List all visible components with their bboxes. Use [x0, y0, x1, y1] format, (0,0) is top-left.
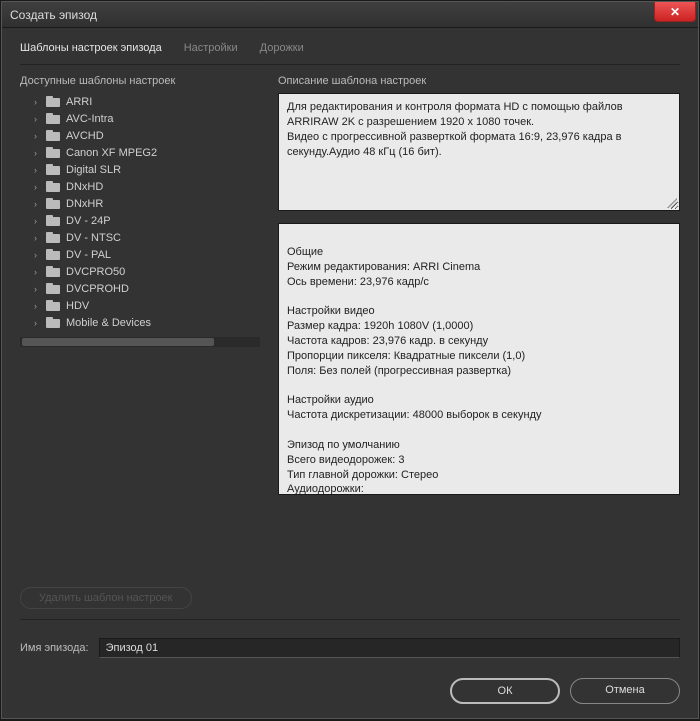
footer: ОК Отмена	[2, 668, 698, 718]
preset-item-label: DVCPROHD	[66, 283, 129, 295]
chevron-right-icon: ›	[34, 318, 44, 328]
chevron-right-icon: ›	[34, 182, 44, 192]
tab-presets[interactable]: Шаблоны настроек эпизода	[20, 42, 162, 58]
preset-item[interactable]: › DVCPROHD	[20, 280, 256, 297]
close-button[interactable]: ✕	[654, 2, 696, 22]
folder-icon	[46, 130, 60, 141]
folder-icon	[46, 198, 60, 209]
divider	[20, 619, 680, 620]
description-textbox[interactable]: Для редактирования и контроля формата HD…	[278, 93, 680, 211]
preset-item-label: DVCPRO50	[66, 266, 125, 278]
description-text: Для редактирования и контроля формата HD…	[287, 101, 623, 158]
preset-item[interactable]: › DV - NTSC	[20, 229, 256, 246]
titlebar: Создать эпизод ✕	[2, 2, 698, 28]
folder-icon	[46, 317, 60, 328]
columns: Доступные шаблоны настроек › ARRI › AVC-Int…	[20, 71, 680, 609]
preset-item[interactable]: › Mobile & Devices	[20, 314, 256, 331]
chevron-right-icon: ›	[34, 165, 44, 175]
horizontal-scrollbar[interactable]	[20, 337, 260, 347]
preset-item-label: Digital SLR	[66, 164, 121, 176]
dialog-window: Создать эпизод ✕ Шаблоны настроек эпизод…	[1, 1, 699, 719]
preset-description-label: Описание шаблона настроек	[278, 75, 680, 87]
preset-item[interactable]: › Canon XF MPEG2	[20, 144, 256, 161]
left-column: Доступные шаблоны настроек › ARRI › AVC-Int…	[20, 71, 260, 609]
ok-button[interactable]: ОК	[450, 678, 560, 704]
preset-item-label: DV - NTSC	[66, 232, 121, 244]
folder-icon	[46, 147, 60, 158]
sequence-name-row: Имя эпизода:	[2, 638, 698, 668]
chevron-right-icon: ›	[34, 267, 44, 277]
preset-item[interactable]: › DVCPRO50	[20, 263, 256, 280]
details-textbox[interactable]: Общие Режим редактирования: ARRI Cinema …	[278, 223, 680, 495]
folder-icon	[46, 96, 60, 107]
chevron-right-icon: ›	[34, 97, 44, 107]
folder-icon	[46, 215, 60, 226]
preset-item-label: HDV	[66, 300, 89, 312]
right-column: Описание шаблона настроек Для редактиров…	[278, 71, 680, 609]
content-area: Шаблоны настроек эпизода Настройки Дорож…	[2, 28, 698, 628]
preset-item-label: ARRI	[66, 96, 92, 108]
close-icon: ✕	[670, 5, 680, 19]
details-text: Общие Режим редактирования: ARRI Cinema …	[287, 246, 541, 495]
preset-item[interactable]: ›RED R3D	[20, 331, 256, 333]
chevron-right-icon: ›	[34, 216, 44, 226]
chevron-right-icon: ›	[34, 148, 44, 158]
chevron-right-icon: ›	[34, 199, 44, 209]
preset-item[interactable]: › AVC-Intra	[20, 110, 256, 127]
folder-icon	[46, 181, 60, 192]
preset-item[interactable]: › Digital SLR	[20, 161, 256, 178]
chevron-right-icon: ›	[34, 301, 44, 311]
folder-icon	[46, 300, 60, 311]
chevron-right-icon: ›	[34, 250, 44, 260]
preset-item-label: Canon XF MPEG2	[66, 147, 157, 159]
preset-item[interactable]: › DV - 24P	[20, 212, 256, 229]
tab-settings[interactable]: Настройки	[184, 42, 238, 58]
preset-item[interactable]: › ARRI	[20, 93, 256, 110]
delete-preset-button: Удалить шаблон настроек	[20, 587, 192, 609]
chevron-right-icon: ›	[34, 131, 44, 141]
chevron-right-icon: ›	[34, 114, 44, 124]
preset-item-label: DNxHD	[66, 181, 103, 193]
available-presets-label: Доступные шаблоны настроек	[20, 75, 260, 87]
sequence-name-label: Имя эпизода:	[20, 642, 89, 654]
preset-item[interactable]: › DNxHR	[20, 195, 256, 212]
window-title: Создать эпизод	[10, 8, 97, 22]
folder-icon	[46, 283, 60, 294]
preset-item-label: AVC-Intra	[66, 113, 113, 125]
folder-icon	[46, 266, 60, 277]
folder-icon	[46, 232, 60, 243]
chevron-right-icon: ›	[34, 284, 44, 294]
cancel-button[interactable]: Отмена	[570, 678, 680, 704]
preset-item[interactable]: › DNxHD	[20, 178, 256, 195]
resize-grip-icon[interactable]	[667, 198, 677, 208]
preset-item-label: Mobile & Devices	[66, 317, 151, 329]
tab-tracks[interactable]: Дорожки	[260, 42, 304, 58]
preset-item[interactable]: › DV - PAL	[20, 246, 256, 263]
folder-icon	[46, 164, 60, 175]
folder-icon	[46, 249, 60, 260]
preset-item[interactable]: › HDV	[20, 297, 256, 314]
tab-bar: Шаблоны настроек эпизода Настройки Дорож…	[20, 42, 680, 65]
preset-item-label: AVCHD	[66, 130, 104, 142]
sequence-name-input[interactable]	[99, 638, 680, 658]
preset-item-label: DNxHR	[66, 198, 103, 210]
preset-item-label: DV - 24P	[66, 215, 111, 227]
preset-item[interactable]: › AVCHD	[20, 127, 256, 144]
preset-list[interactable]: › ARRI › AVC-Intra › AVCHD › Canon XF MPEG2 › Dig…	[20, 93, 260, 333]
chevron-right-icon: ›	[34, 233, 44, 243]
preset-item-label: DV - PAL	[66, 249, 111, 261]
folder-icon	[46, 113, 60, 124]
